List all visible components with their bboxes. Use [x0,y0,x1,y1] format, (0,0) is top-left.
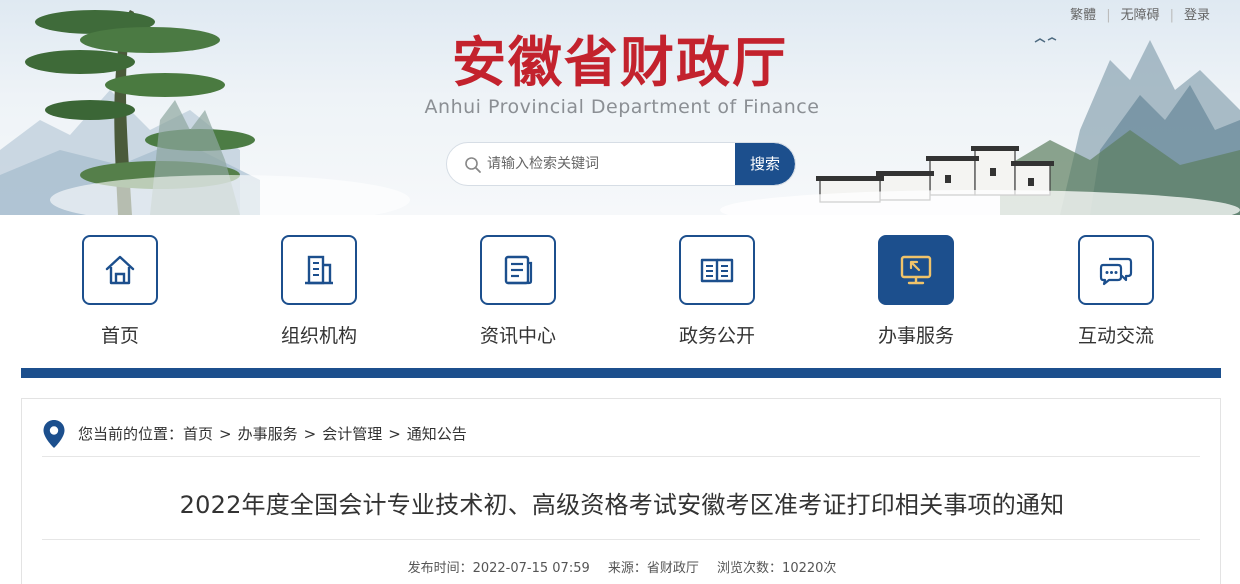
nav-label-interaction: 互动交流 [1077,325,1154,347]
building-icon [305,255,333,285]
login-link[interactable]: 登录 [1184,8,1210,23]
traditional-chinese-link[interactable]: 繁體 [1070,8,1096,23]
nav-item-interaction[interactable]: 互动交流 [1056,235,1176,355]
news-icon [504,255,533,285]
location-pin-icon [43,420,65,448]
nav-label-news: 资讯中心 [479,325,556,347]
site-title: 安徽省财政厅 [452,30,788,94]
nav-tile-open-government [679,235,755,305]
nav-item-organization[interactable]: 组织机构 [259,235,379,355]
view-count: 浏览次数：10220次 [717,561,837,576]
nav-label-open-government: 政务公开 [678,325,755,347]
search-box: 搜索 [446,142,796,186]
breadcrumb-services[interactable]: 办事服务 [238,425,298,443]
nav-divider-bar [21,368,1221,378]
breadcrumb-trail: 您当前的位置：首页 > 办事服务 > 会计管理 > 通知公告 [78,423,467,444]
nav-item-home[interactable]: 首页 [60,235,180,355]
top-links: 繁體 | 无障碍 | 登录 [1070,8,1210,23]
chat-bubbles-icon [1099,257,1133,286]
monitor-cursor-icon [900,255,932,285]
breadcrumb-home[interactable]: 首页 [183,425,213,443]
nav-label-organization: 组织机构 [280,325,357,347]
publish-time: 发布时间：2022-07-15 07:59 [407,561,590,576]
nav-item-services[interactable]: 办事服务 [856,235,976,355]
search-icon [465,157,481,173]
article-meta: 发布时间：2022-07-15 07:59 来源：省财政厅 浏览次数：10220… [22,557,1222,576]
open-book-icon [700,258,734,283]
home-icon [105,255,135,285]
breadcrumb-separator: > [388,425,401,443]
header-banner: 繁體 | 无障碍 | 登录 安徽省财政厅 Anhui Provincial Depart… [0,0,1240,215]
nav-item-open-government[interactable]: 政务公开 [657,235,777,355]
nav-tile-organization [281,235,357,305]
nav-item-news[interactable]: 资讯中心 [458,235,578,355]
breadcrumb: 您当前的位置：首页 > 办事服务 > 会计管理 > 通知公告 [42,417,1200,457]
breadcrumb-separator: > [219,425,232,443]
search-input[interactable] [487,143,737,185]
site-subtitle: Anhui Provincial Department of Finance [424,96,820,118]
nav-label-home: 首页 [100,325,139,347]
breadcrumb-separator: > [303,425,317,443]
nav-tile-services [878,235,954,305]
breadcrumb-notices[interactable]: 通知公告 [407,425,467,443]
article-panel: 您当前的位置：首页 > 办事服务 > 会计管理 > 通知公告 2022年度全国会计专业技术初… [21,398,1221,584]
accessibility-link[interactable]: 无障碍 [1121,8,1160,23]
nav-tile-home [82,235,158,305]
search-button[interactable]: 搜索 [735,143,795,185]
breadcrumb-prefix: 您当前的位置： [78,425,184,443]
nav-tile-interaction [1078,235,1154,305]
article-title: 2022年度全国会计专业技术初、高级资格考试安徽考区准考证打印相关事项的通知 [179,491,1065,519]
breadcrumb-accounting[interactable]: 会计管理 [322,425,382,443]
main-nav: 首页 组织机构 资讯中心 政务公开 办事服务 互动交流 [0,215,1240,365]
nav-tile-news [480,235,556,305]
article-source: 来源：省财政厅 [607,561,699,576]
title-divider [42,539,1200,540]
nav-label-services: 办事服务 [877,325,954,347]
